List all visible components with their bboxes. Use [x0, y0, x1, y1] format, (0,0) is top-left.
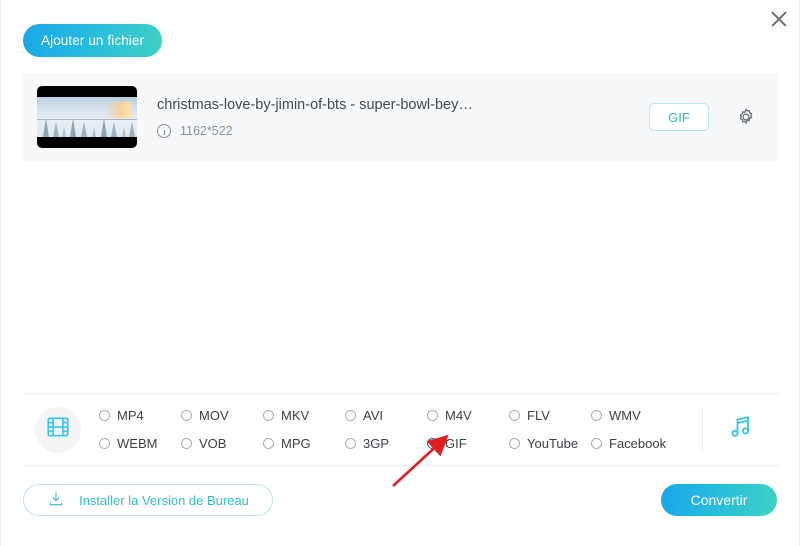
radio-facebook[interactable] [591, 438, 602, 449]
file-dimensions: 1162*522 [180, 123, 233, 138]
convert-button[interactable]: Convertir [661, 484, 777, 516]
divider-bottom [23, 465, 779, 466]
gear-icon[interactable] [735, 106, 757, 128]
converter-window: Ajouter un fichier christmas-love-by-jim… [0, 0, 800, 546]
radio-gif[interactable] [427, 438, 438, 449]
radio-webm[interactable] [99, 438, 110, 449]
format-option-youtube[interactable]: YouTube [509, 430, 591, 458]
thumbnail-tree [81, 122, 87, 137]
radio-mp4[interactable] [99, 410, 110, 421]
file-sub-row: 1162*522 [157, 123, 649, 138]
file-name: christmas-love-by-jimin-of-bts - super-b… [157, 96, 473, 113]
format-label: WMV [609, 408, 641, 423]
format-label: MP4 [117, 408, 144, 423]
radio-mkv[interactable] [263, 410, 274, 421]
format-label: MPG [281, 436, 311, 451]
format-label: MKV [281, 408, 310, 423]
thumbnail-tree [111, 122, 117, 137]
radio-vob[interactable] [181, 438, 192, 449]
format-option-flv[interactable]: FLV [509, 402, 591, 430]
file-row: christmas-love-by-jimin-of-bts - super-b… [23, 73, 779, 161]
thumbnail-sun [105, 102, 131, 118]
audio-category-button[interactable] [703, 413, 779, 446]
format-option-webm[interactable]: WEBM [99, 430, 181, 458]
format-label: MOV [199, 408, 229, 423]
radio-mov[interactable] [181, 410, 192, 421]
thumbnail-tree [122, 127, 126, 137]
radio-wmv[interactable] [591, 410, 602, 421]
format-label: M4V [445, 408, 472, 423]
format-label: 3GP [363, 436, 390, 451]
thumbnail-tree [62, 127, 66, 137]
thumbnail-tree [129, 122, 135, 137]
install-label: Installer la Version de Bureau [79, 492, 249, 508]
radio-3gp[interactable] [345, 438, 356, 449]
thumbnail-tree [101, 118, 107, 137]
format-label: WEBM [117, 436, 158, 451]
format-option-mp4[interactable]: MP4 [99, 402, 181, 430]
download-icon [47, 490, 65, 511]
video-thumbnail [37, 86, 137, 148]
info-icon[interactable] [157, 123, 171, 138]
format-panel: MP4 MOV MKV AVI M4V FLV WMV WEBM VOB MPG… [23, 394, 779, 465]
add-file-button[interactable]: Ajouter un fichier [23, 24, 163, 57]
format-option-gif[interactable]: GIF [427, 430, 509, 458]
radio-mpg[interactable] [263, 438, 274, 449]
thumbnail-tree [92, 127, 96, 137]
video-category-button[interactable] [35, 406, 81, 453]
format-label: FLV [527, 408, 550, 423]
thumbnail-tree [43, 118, 49, 137]
format-label: GIF [445, 436, 467, 451]
convert-label: Convertir [690, 492, 748, 508]
format-option-mpg[interactable]: MPG [263, 430, 345, 458]
format-option-3gp[interactable]: 3GP [345, 430, 427, 458]
target-format-label: GIF [668, 109, 690, 125]
format-label: Facebook [609, 436, 667, 451]
file-meta: christmas-love-by-jimin-of-bts - super-b… [157, 97, 649, 138]
format-option-facebook[interactable]: Facebook [591, 430, 673, 458]
close-icon[interactable] [766, 6, 792, 32]
radio-m4v[interactable] [427, 410, 438, 421]
radio-avi[interactable] [345, 410, 356, 421]
format-option-mkv[interactable]: MKV [263, 402, 345, 430]
format-option-avi[interactable]: AVI [345, 402, 427, 430]
music-note-icon [727, 413, 755, 446]
format-option-mov[interactable]: MOV [181, 402, 263, 430]
format-options-grid: MP4 MOV MKV AVI M4V FLV WMV WEBM VOB MPG… [99, 402, 700, 458]
thumbnail-tree [70, 118, 76, 137]
install-desktop-version-button[interactable]: Installer la Version de Bureau [23, 484, 273, 516]
add-file-label: Ajouter un fichier [41, 33, 145, 48]
target-format-button[interactable]: GIF [649, 103, 709, 131]
radio-youtube[interactable] [509, 438, 520, 449]
format-option-vob[interactable]: VOB [181, 430, 263, 458]
format-label: AVI [363, 408, 383, 423]
radio-flv[interactable] [509, 410, 520, 421]
format-label: YouTube [527, 436, 579, 451]
film-strip-icon [45, 414, 71, 445]
format-option-m4v[interactable]: M4V [427, 402, 509, 430]
thumbnail-tree [53, 122, 59, 137]
format-label: VOB [199, 436, 227, 451]
format-option-wmv[interactable]: WMV [591, 402, 673, 430]
